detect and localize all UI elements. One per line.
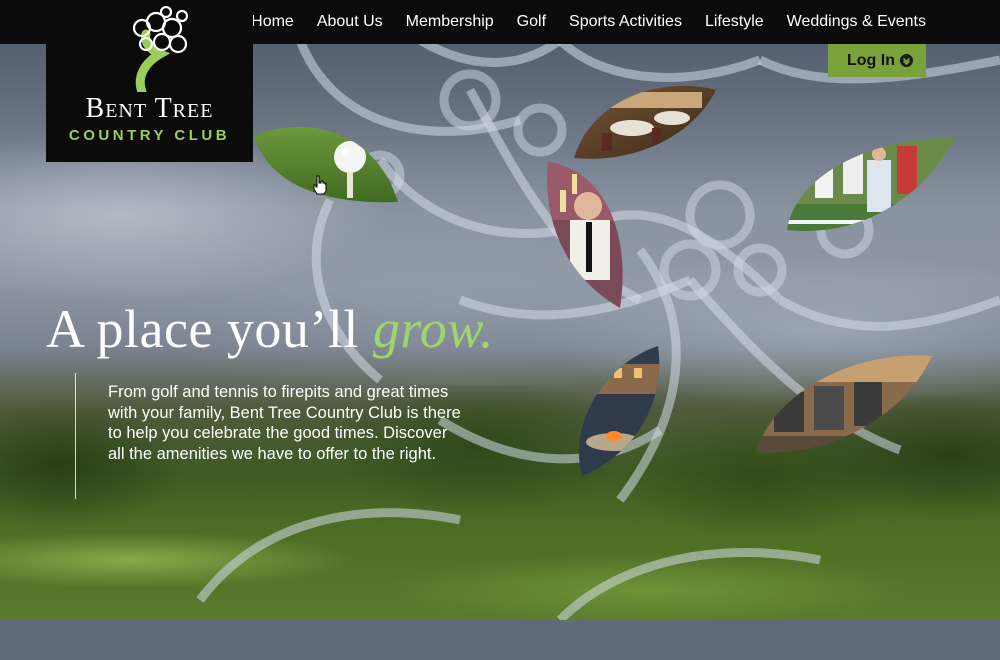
- nav-about-us[interactable]: About Us: [317, 13, 383, 31]
- hero-headline-accent: grow.: [372, 299, 494, 359]
- logo-name-text: Bent Tree: [85, 93, 214, 124]
- main-navigation: Home About Us Membership Golf Sports Act…: [228, 0, 1000, 44]
- nav-membership[interactable]: Membership: [406, 13, 494, 31]
- nav-weddings-events[interactable]: Weddings & Events: [787, 13, 926, 31]
- photo-fitness-center[interactable]: [754, 352, 934, 454]
- nav-golf[interactable]: Golf: [517, 13, 546, 31]
- hero-headline: A place you’ll grow.: [46, 298, 494, 360]
- nav-home[interactable]: Home: [251, 13, 294, 31]
- site-logo[interactable]: Bent Tree COUNTRY CLUB: [46, 0, 253, 162]
- intro-divider-line: [75, 373, 76, 499]
- nav-lifestyle[interactable]: Lifestyle: [705, 13, 764, 31]
- nav-sports-activities[interactable]: Sports Activities: [569, 13, 682, 31]
- hero-intro-text: From golf and tennis to firepits and gre…: [108, 383, 461, 463]
- tree-logo-icon: [132, 6, 189, 92]
- logo-subtitle-text: COUNTRY CLUB: [68, 127, 231, 144]
- photo-firepit-patio[interactable]: [574, 344, 662, 478]
- photo-dining-room[interactable]: [572, 78, 718, 160]
- hand-cursor-icon: [313, 175, 327, 195]
- login-button-label: Log In: [847, 51, 895, 69]
- hero-headline-main: A place you’ll: [46, 299, 359, 359]
- photo-celebration-toast[interactable]: [542, 160, 628, 310]
- photo-kids-tennis[interactable]: [785, 134, 957, 238]
- login-button[interactable]: Log In: [828, 44, 926, 77]
- chevron-down-circle-icon: [900, 54, 913, 67]
